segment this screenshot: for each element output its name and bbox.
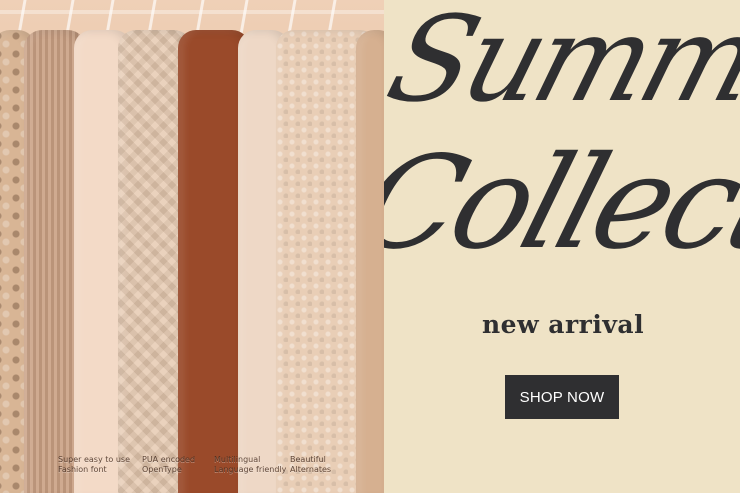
feature-caption: Multilingual Language friendly	[214, 455, 287, 474]
garment-edge	[356, 30, 384, 493]
feature-caption: Super easy to use Fashion font	[58, 455, 130, 474]
title-line-2: Collection	[384, 129, 740, 278]
clothing-rack-photo: Super easy to use Fashion font PUA encod…	[0, 0, 384, 493]
hanging-rod	[0, 10, 384, 14]
title-line-1: Summer	[384, 0, 740, 128]
feature-caption: Beautiful Alternates	[290, 455, 332, 474]
subtitle: new arrival	[482, 310, 645, 339]
fashion-banner: Super easy to use Fashion font PUA encod…	[0, 0, 740, 493]
feature-caption: PUA encoded OpenType	[142, 455, 196, 474]
promo-panel: Summer Collection new arrival SHOP NOW	[384, 0, 740, 493]
shop-now-button[interactable]: SHOP NOW	[505, 375, 619, 419]
